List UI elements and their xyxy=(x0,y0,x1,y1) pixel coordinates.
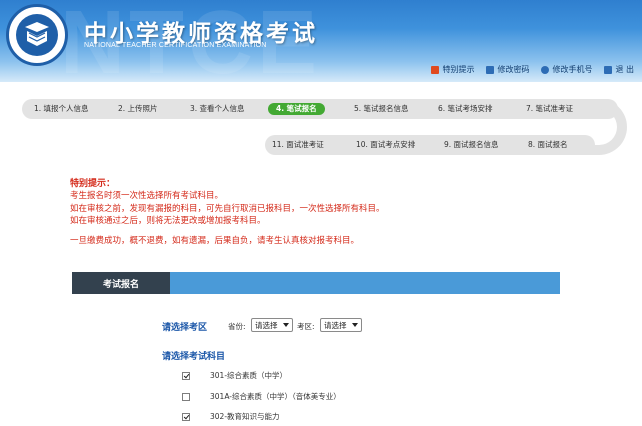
step-7[interactable]: 7. 笔试准考证 xyxy=(526,103,573,115)
step-11[interactable]: 11. 面试准考证 xyxy=(272,139,324,151)
top-links: 特别提示 修改密码 修改手机号 退 出 xyxy=(431,64,634,75)
step-8[interactable]: 8. 面试报名 xyxy=(528,139,568,151)
district-select[interactable]: 请选择 xyxy=(320,318,362,332)
step-5[interactable]: 5. 笔试报名信息 xyxy=(354,103,409,115)
step-10[interactable]: 10. 面试考点安排 xyxy=(356,139,415,151)
subject-item: 301A-综合素质（中学）（音体美专业） xyxy=(182,391,341,402)
notice-line: 考生报名时须一次性选择所有考试科目。 xyxy=(70,191,224,202)
province-select[interactable]: 请选择 xyxy=(251,318,293,332)
header-banner: NTCE 中小学教师资格考试 NATIONAL TEACHER CERTIFIC… xyxy=(0,0,642,82)
subjects-section-label: 请选择考试科目 xyxy=(162,352,226,362)
subject-checkbox[interactable] xyxy=(182,371,190,380)
logo-emblem-icon xyxy=(16,14,58,56)
change-phone-link[interactable]: 修改手机号 xyxy=(541,64,592,75)
site-subtitle: NATIONAL TEACHER CERTIFICATION EXAMINATI… xyxy=(84,42,267,49)
panel-body xyxy=(72,294,560,426)
special-notice-link[interactable]: 特别提示 xyxy=(431,64,474,75)
step-3[interactable]: 3. 查看个人信息 xyxy=(190,103,245,115)
subject-checkbox[interactable] xyxy=(182,412,190,421)
step-1[interactable]: 1. 填报个人信息 xyxy=(34,103,89,115)
step-4-active[interactable]: 4. 笔试报名 xyxy=(268,103,325,115)
logout-icon xyxy=(604,65,613,74)
notice-icon xyxy=(431,65,440,74)
subject-checkbox[interactable] xyxy=(182,392,190,401)
chevron-down-icon xyxy=(283,323,289,327)
notice-title: 特别提示： xyxy=(70,179,116,189)
step-6[interactable]: 6. 笔试考场安排 xyxy=(438,103,493,115)
notice-line: 如在审核之前，发现有漏报的科目，可先自行取消已报科目，一次性选择所有科目。 xyxy=(70,203,385,214)
subject-item: 301-综合素质（中学） xyxy=(182,370,287,381)
subject-item: 302-教育知识与能力 xyxy=(182,411,280,422)
notice-line: 如在审核通过之后，则将无法更改或增加报考科目。 xyxy=(70,216,266,227)
region-section-label: 请选择考区 xyxy=(162,323,208,333)
logo xyxy=(6,4,68,66)
password-icon xyxy=(486,65,495,74)
step-2[interactable]: 2. 上传照片 xyxy=(118,103,158,115)
notice-final-line: 一旦缴费成功，概不退费，如有遗漏，后果自负，请考生认真核对报考科目。 xyxy=(70,235,360,246)
change-password-link[interactable]: 修改密码 xyxy=(486,64,529,75)
special-notice: 特别提示： 考生报名时须一次性选择所有考试科目。 如在审核之前，发现有漏报的科目… xyxy=(70,178,590,247)
panel-tab-exam-registration: 考试报名 xyxy=(72,272,170,294)
province-label: 省份: xyxy=(228,322,246,331)
chevron-down-icon xyxy=(352,323,358,327)
phone-icon xyxy=(541,65,550,74)
step-9[interactable]: 9. 面试报名信息 xyxy=(444,139,499,151)
district-label: 考区: xyxy=(297,322,315,331)
logout-link[interactable]: 退 出 xyxy=(604,64,634,75)
step-navigation: 1. 填报个人信息 2. 上传照片 3. 查看个人信息 4. 笔试报名 5. 笔… xyxy=(0,82,642,162)
